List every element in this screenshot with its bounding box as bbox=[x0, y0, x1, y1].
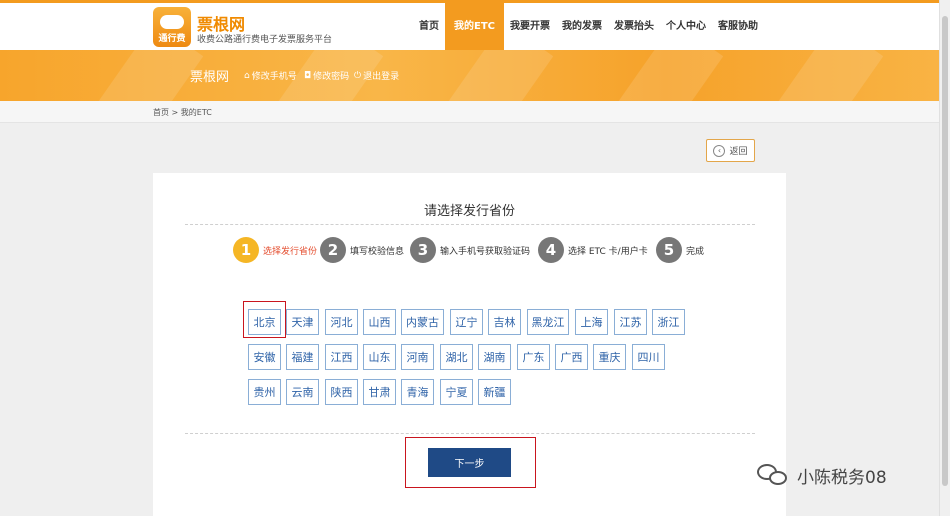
province-hebei[interactable]: 河北 bbox=[325, 309, 358, 335]
step-label: 填写校验信息 bbox=[350, 246, 405, 257]
step-label: 输入手机号获取验证码 bbox=[440, 246, 531, 257]
back-button[interactable]: ‹ 返回 bbox=[706, 139, 755, 162]
step-number: 2 bbox=[320, 237, 346, 263]
province-qinghai[interactable]: 青海 bbox=[401, 379, 434, 405]
province-tianjin[interactable]: 天津 bbox=[286, 309, 319, 335]
province-hubei[interactable]: 湖北 bbox=[440, 344, 473, 370]
logout-icon: ⏻ bbox=[354, 70, 362, 81]
banner-title: 票根网 bbox=[190, 70, 230, 85]
back-arrow-icon: ‹ bbox=[713, 144, 726, 157]
province-jiangsu[interactable]: 江苏 bbox=[614, 309, 647, 335]
brand-slogan: 收费公路通行费电子发票服务平台 bbox=[197, 35, 333, 45]
vertical-scrollbar[interactable] bbox=[939, 0, 950, 516]
province-sichuan[interactable]: 四川 bbox=[632, 344, 665, 370]
province-jilin[interactable]: 吉林 bbox=[488, 309, 521, 335]
province-jiangxi[interactable]: 江西 bbox=[325, 344, 358, 370]
province-shanghai[interactable]: 上海 bbox=[575, 309, 608, 335]
watermark-text: 小陈税务08 bbox=[797, 467, 887, 488]
province-chongqing[interactable]: 重庆 bbox=[593, 344, 626, 370]
province-hunan[interactable]: 湖南 bbox=[478, 344, 511, 370]
step-4: 4 选择 ETC 卡/用户卡 bbox=[538, 237, 648, 263]
divider bbox=[185, 433, 755, 434]
step-number: 4 bbox=[538, 237, 564, 263]
next-button-highlight bbox=[405, 437, 536, 488]
nav-personal-center[interactable]: 个人中心 bbox=[660, 3, 712, 50]
province-ningxia[interactable]: 宁夏 bbox=[440, 379, 473, 405]
step-number: 3 bbox=[410, 237, 436, 263]
province-heilongjiang[interactable]: 黑龙江 bbox=[527, 309, 569, 335]
site-logo[interactable]: 通行费 bbox=[153, 7, 191, 47]
change-phone-link[interactable]: ⌂ 修改手机号 bbox=[244, 69, 297, 83]
province-guizhou[interactable]: 贵州 bbox=[248, 379, 281, 405]
province-yunnan[interactable]: 云南 bbox=[286, 379, 319, 405]
home-icon: ⌂ bbox=[244, 70, 250, 81]
nav-customer-service[interactable]: 客服协助 bbox=[712, 3, 764, 50]
step-5: 5 完成 bbox=[656, 237, 704, 263]
logout-label: 退出登录 bbox=[363, 72, 400, 82]
province-zhejiang[interactable]: 浙江 bbox=[652, 309, 685, 335]
logo-text: 通行费 bbox=[158, 34, 186, 44]
nav-issue-invoice[interactable]: 我要开票 bbox=[504, 3, 556, 50]
panel-title: 请选择发行省份 bbox=[423, 204, 515, 219]
wechat-icon bbox=[757, 462, 791, 488]
province-henan[interactable]: 河南 bbox=[401, 344, 434, 370]
scrollbar-thumb[interactable] bbox=[942, 16, 948, 486]
change-password-label: 修改密码 bbox=[313, 72, 350, 82]
user-banner: 票根网 ⌂ 修改手机号 ◘ 修改密码 ⏻ 退出登录 bbox=[0, 50, 950, 101]
province-guangdong[interactable]: 广东 bbox=[517, 344, 550, 370]
step-2: 2 填写校验信息 bbox=[320, 237, 404, 263]
province-gansu[interactable]: 甘肃 bbox=[363, 379, 396, 405]
breadcrumb-bar: 首页 > 我的ETC bbox=[0, 101, 950, 123]
step-number: 5 bbox=[656, 237, 682, 263]
step-label: 选择发行省份 bbox=[263, 246, 318, 257]
province-inner-mongolia[interactable]: 内蒙古 bbox=[401, 309, 444, 335]
step-3: 3 输入手机号获取验证码 bbox=[410, 237, 530, 263]
breadcrumb[interactable]: 首页 > 我的ETC bbox=[153, 107, 212, 118]
step-label: 选择 ETC 卡/用户卡 bbox=[568, 246, 648, 257]
nav-home[interactable]: 首页 bbox=[413, 3, 445, 50]
step-number: 1 bbox=[233, 237, 259, 263]
main-nav: 首页 我的ETC 我要开票 我的发票 发票抬头 个人中心 客服协助 bbox=[413, 3, 764, 50]
province-shandong[interactable]: 山东 bbox=[363, 344, 396, 370]
province-anhui[interactable]: 安徽 bbox=[248, 344, 281, 370]
province-shaanxi[interactable]: 陕西 bbox=[325, 379, 358, 405]
change-phone-label: 修改手机号 bbox=[251, 72, 297, 82]
province-xinjiang[interactable]: 新疆 bbox=[478, 379, 511, 405]
nav-my-invoices[interactable]: 我的发票 bbox=[556, 3, 608, 50]
province-guangxi[interactable]: 广西 bbox=[555, 344, 588, 370]
province-fujian[interactable]: 福建 bbox=[286, 344, 319, 370]
province-liaoning[interactable]: 辽宁 bbox=[450, 309, 483, 335]
back-label: 返回 bbox=[729, 147, 748, 157]
logout-link[interactable]: ⏻ 退出登录 bbox=[354, 69, 400, 83]
change-password-link[interactable]: ◘ 修改密码 bbox=[304, 69, 350, 83]
divider bbox=[185, 224, 755, 225]
nav-invoice-header[interactable]: 发票抬头 bbox=[608, 3, 660, 50]
lock-icon: ◘ bbox=[304, 70, 312, 81]
selected-province-highlight bbox=[243, 301, 286, 338]
step-1: 1 选择发行省份 bbox=[233, 237, 317, 263]
step-label: 完成 bbox=[686, 246, 705, 257]
watermark: 小陈税务08 bbox=[757, 462, 887, 488]
cloud-icon bbox=[160, 15, 184, 29]
nav-my-etc[interactable]: 我的ETC bbox=[445, 3, 504, 50]
province-shanxi[interactable]: 山西 bbox=[363, 309, 396, 335]
